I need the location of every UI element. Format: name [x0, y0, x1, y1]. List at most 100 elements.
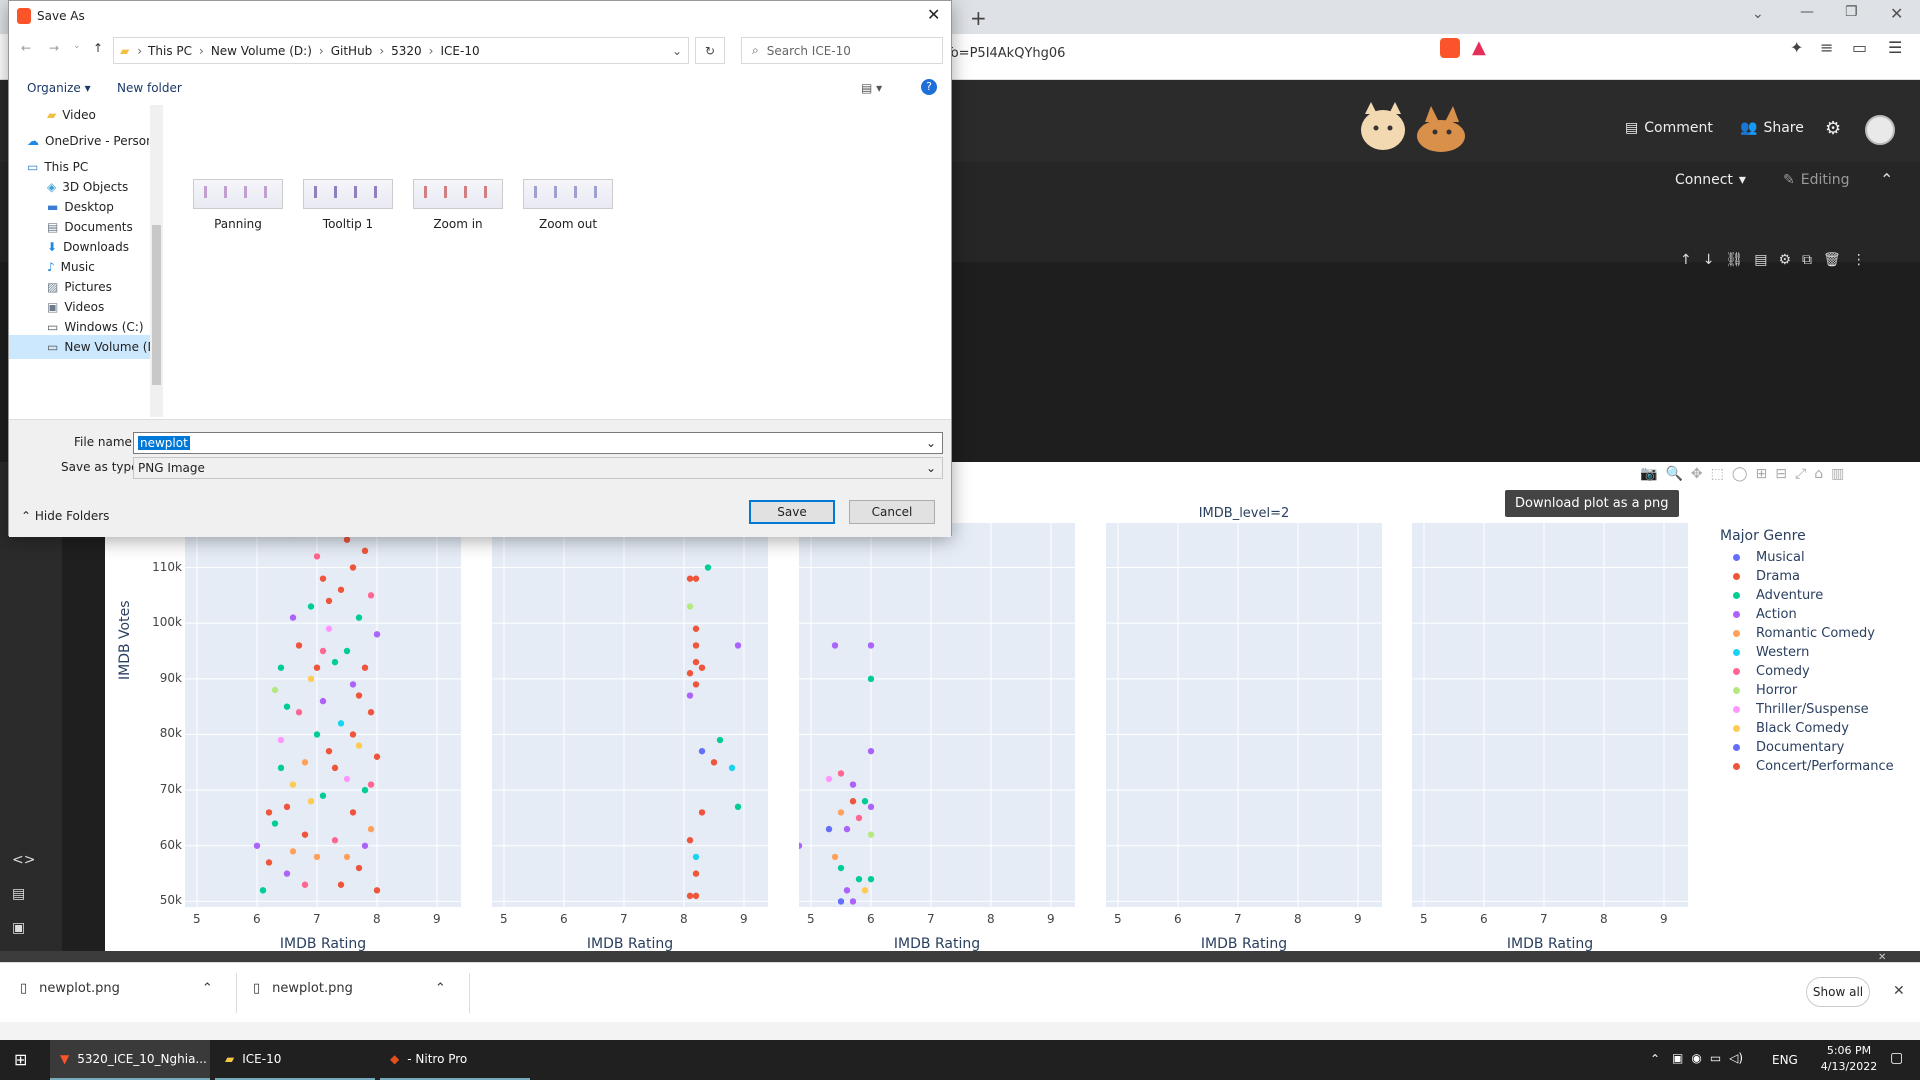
data-point[interactable] [867, 875, 875, 883]
data-point[interactable] [265, 809, 273, 816]
data-point[interactable] [319, 575, 327, 582]
data-point[interactable] [343, 853, 351, 861]
data-point[interactable] [253, 842, 261, 849]
data-point[interactable] [686, 692, 694, 699]
data-point[interactable] [698, 747, 706, 755]
legend-item[interactable]: Horror [1733, 681, 1913, 700]
data-point[interactable] [361, 547, 369, 555]
legend-item[interactable]: Documentary [1733, 738, 1913, 757]
data-point[interactable] [692, 658, 700, 666]
data-point[interactable] [301, 881, 309, 888]
hide-folders-toggle[interactable]: ⌃ Hide Folders [21, 509, 109, 523]
data-point[interactable] [686, 837, 694, 844]
data-point[interactable] [295, 642, 303, 649]
data-point[interactable] [843, 825, 851, 833]
back-arrow-icon[interactable]: ← [21, 41, 31, 55]
data-point[interactable] [331, 658, 339, 666]
data-point[interactable] [265, 859, 273, 866]
data-point[interactable] [837, 898, 845, 905]
data-point[interactable] [698, 664, 706, 671]
subplot-panel[interactable] [1106, 523, 1382, 907]
data-point[interactable] [728, 764, 736, 772]
chevron-up-icon[interactable]: ⌃ [435, 981, 446, 996]
data-point[interactable] [289, 781, 297, 788]
data-point[interactable] [295, 709, 303, 716]
data-point[interactable] [277, 664, 285, 671]
data-point[interactable] [355, 864, 363, 872]
breadcrumb[interactable]: ▰ › This PC › New Volume (D:) › GitHub ›… [113, 37, 689, 64]
organize-button[interactable]: Organize ▾ [27, 81, 91, 95]
file-name-field[interactable]: newplot ⌄ [133, 432, 943, 454]
data-point[interactable] [319, 792, 327, 799]
subplot-panel[interactable] [1412, 523, 1688, 907]
data-point[interactable] [271, 686, 279, 694]
tray-overflow-icon[interactable]: ⌃ [1650, 1052, 1660, 1066]
data-point[interactable] [313, 731, 321, 738]
legend-item[interactable]: Black Comedy [1733, 719, 1913, 738]
download-item-1[interactable]: ▯ newplot.png ⌃ [20, 981, 213, 996]
refresh-icon[interactable]: ↻ [695, 37, 725, 64]
data-point[interactable] [325, 625, 333, 632]
data-point[interactable] [301, 759, 309, 766]
data-point[interactable] [277, 764, 285, 772]
data-point[interactable] [799, 842, 803, 849]
data-point[interactable] [283, 870, 291, 877]
data-point[interactable] [355, 742, 363, 749]
close-icon[interactable]: ✕ [927, 5, 940, 24]
data-point[interactable] [698, 809, 706, 816]
data-point[interactable] [837, 770, 845, 777]
data-point[interactable] [367, 781, 375, 788]
file-item[interactable]: Tooltip 1 [303, 179, 393, 231]
data-point[interactable] [319, 647, 327, 655]
breadcrumb-item[interactable]: ICE-10 [440, 44, 479, 58]
data-point[interactable] [686, 892, 694, 900]
data-point[interactable] [861, 798, 869, 805]
data-point[interactable] [716, 736, 724, 744]
legend-item[interactable]: Musical [1733, 548, 1913, 567]
save-button[interactable]: Save [749, 500, 835, 524]
legend-item[interactable]: Western [1733, 643, 1913, 662]
data-point[interactable] [849, 898, 857, 905]
show-all-button[interactable]: Show all [1806, 977, 1870, 1007]
breadcrumb-item[interactable]: New Volume (D:) [211, 44, 312, 58]
data-point[interactable] [686, 670, 694, 677]
data-point[interactable] [313, 664, 321, 671]
legend-item[interactable]: Adventure [1733, 586, 1913, 605]
data-point[interactable] [855, 814, 863, 822]
network-icon[interactable]: ▭ [1710, 1051, 1721, 1065]
nav-item-video[interactable]: ▰ Video [47, 103, 149, 127]
data-point[interactable] [861, 887, 869, 894]
legend-item[interactable]: Drama [1733, 567, 1913, 586]
data-point[interactable] [825, 825, 833, 833]
legend-item[interactable]: Comedy [1733, 662, 1913, 681]
data-point[interactable] [319, 697, 327, 705]
data-point[interactable] [283, 803, 291, 811]
data-point[interactable] [373, 631, 381, 638]
subplot-panel[interactable] [799, 523, 1075, 907]
data-point[interactable] [837, 809, 845, 816]
language-indicator[interactable]: ENG [1772, 1053, 1798, 1067]
data-point[interactable] [831, 853, 839, 861]
data-point[interactable] [692, 853, 700, 861]
data-point[interactable] [313, 853, 321, 861]
chevron-up-icon[interactable]: ⌃ [202, 981, 213, 996]
notification-icon[interactable]: ▢ [1890, 1050, 1903, 1066]
chevron-down-icon[interactable]: ⌄ [926, 436, 936, 450]
legend-item[interactable]: Romantic Comedy [1733, 624, 1913, 643]
new-folder-button[interactable]: New folder [117, 81, 182, 95]
data-point[interactable] [259, 887, 267, 894]
nav-scrollbar[interactable] [150, 105, 163, 417]
data-point[interactable] [343, 775, 351, 783]
nav-item-new-volume-d[interactable]: ▭New Volume (D: [9, 335, 150, 359]
clock[interactable]: 5:06 PM 4/13/2022 [1818, 1044, 1880, 1073]
up-arrow-icon[interactable]: ↑ [93, 41, 103, 55]
chevron-down-icon[interactable]: ⌄ [672, 44, 682, 58]
data-point[interactable] [849, 781, 857, 788]
data-point[interactable] [867, 803, 875, 811]
data-point[interactable] [307, 603, 315, 610]
data-point[interactable] [337, 586, 345, 593]
taskbar-app-nitro[interactable]: ◆ - Nitro Pro [380, 1040, 530, 1080]
data-point[interactable] [692, 625, 700, 632]
subplot-panel[interactable] [492, 523, 768, 907]
data-point[interactable] [355, 692, 363, 699]
